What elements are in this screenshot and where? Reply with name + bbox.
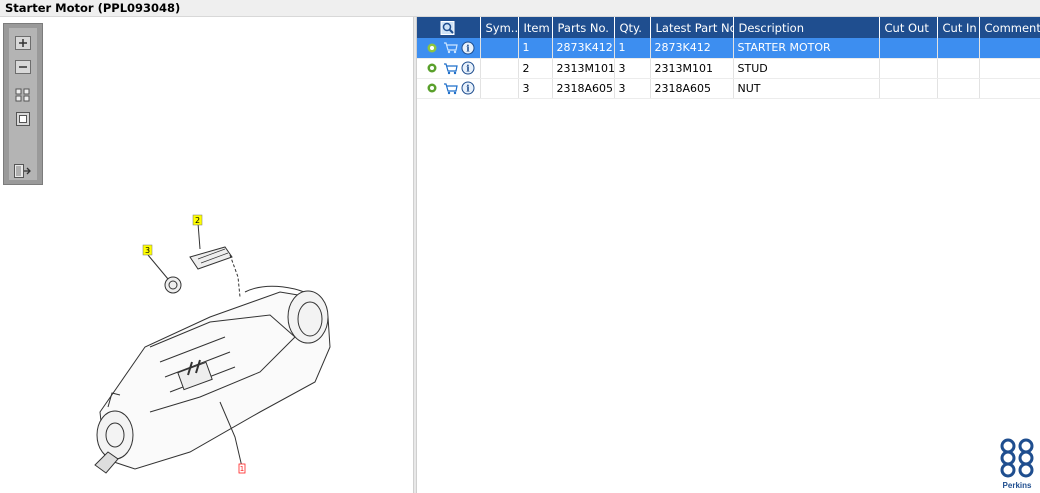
row-actions: i	[417, 78, 481, 99]
starter-motor-drawing[interactable]: 2 3 1	[60, 197, 350, 487]
cell-comment	[979, 58, 1040, 79]
perkins-logo: Perkins	[997, 438, 1037, 490]
fit-window-icon	[16, 112, 30, 126]
cell-cut-out	[879, 38, 938, 59]
column-header-cut-in[interactable]: Cut In	[937, 17, 980, 38]
callout-2-label: 2	[195, 216, 200, 225]
cell-qty: 3	[614, 78, 651, 99]
cell-comment	[979, 38, 1040, 59]
column-header-actions[interactable]	[417, 17, 481, 38]
info-icon[interactable]: i	[461, 40, 476, 55]
column-header-qty[interactable]: Qty.	[614, 17, 651, 38]
table-row[interactable]: i 3 2318A605 3 2318A605 NUT	[417, 78, 1040, 99]
cell-cut-in	[937, 78, 980, 99]
cell-cut-in	[937, 38, 980, 59]
fit-all-icon	[15, 88, 30, 102]
cell-description: NUT	[733, 78, 880, 99]
window-title: Starter Motor (PPL093048)	[5, 1, 181, 15]
cell-qty: 1	[614, 38, 651, 59]
cell-latest-part-no: 2873K412	[650, 38, 734, 59]
zoom-in-button[interactable]	[13, 34, 33, 52]
window-titlebar: Starter Motor (PPL093048)	[0, 0, 1040, 17]
parts-list-pane: Sym... Item Parts No. Qty. Latest Part N…	[417, 17, 1040, 493]
illustration-pane[interactable]: 2 3 1	[0, 17, 413, 493]
cell-parts-no: 2873K412	[552, 38, 615, 59]
row-actions: i	[417, 58, 481, 79]
perkins-logo-mark	[1000, 438, 1034, 478]
cell-latest-part-no: 2318A605	[650, 78, 734, 99]
cell-description: STUD	[733, 58, 880, 79]
cell-qty: 3	[614, 58, 651, 79]
zoom-out-button[interactable]	[13, 58, 33, 76]
callout-1[interactable]: 1	[238, 463, 246, 474]
cart-icon[interactable]	[443, 61, 458, 76]
column-header-symbol[interactable]: Sym...	[480, 17, 519, 38]
cell-description: STARTER MOTOR	[733, 38, 880, 59]
cell-parts-no: 2313M101	[552, 58, 615, 79]
cell-item: 3	[518, 78, 553, 99]
export-icon	[14, 164, 31, 178]
callout-1-label: 1	[240, 465, 244, 473]
callout-3-label: 3	[145, 246, 150, 255]
cell-symbol	[480, 38, 519, 59]
fit-all-button[interactable]	[13, 86, 33, 104]
cart-icon[interactable]	[443, 40, 458, 55]
cell-cut-out	[879, 78, 938, 99]
cell-comment	[979, 78, 1040, 99]
table-row[interactable]: i 2 2313M101 3 2313M101 STUD	[417, 58, 1040, 79]
export-button[interactable]	[13, 162, 33, 180]
row-actions: i	[417, 38, 481, 59]
column-header-comment[interactable]: Comment	[979, 17, 1040, 38]
svg-text:i: i	[466, 85, 470, 95]
column-header-description[interactable]: Description	[733, 17, 880, 38]
search-icon	[440, 20, 455, 35]
gear-icon[interactable]	[425, 40, 440, 55]
cell-symbol	[480, 78, 519, 99]
table-row[interactable]: i 1 2873K412 1 2873K412 STARTER MOTOR	[417, 38, 1040, 59]
callout-3[interactable]: 3	[142, 244, 153, 256]
parts-table: Sym... Item Parts No. Qty. Latest Part N…	[417, 17, 1040, 99]
svg-text:i: i	[466, 65, 470, 75]
cell-cut-out	[879, 58, 938, 79]
cell-parts-no: 2318A605	[552, 78, 615, 99]
column-header-cut-out[interactable]: Cut Out	[879, 17, 938, 38]
perkins-logo-text: Perkins	[1002, 481, 1032, 490]
cart-icon[interactable]	[443, 81, 458, 96]
fit-window-button[interactable]	[13, 110, 33, 128]
gear-icon[interactable]	[425, 61, 440, 76]
column-header-parts-no[interactable]: Parts No.	[552, 17, 615, 38]
cell-item: 2	[518, 58, 553, 79]
viewer-toolbar	[3, 23, 43, 185]
column-header-latest-part-no[interactable]: Latest Part No.	[650, 17, 734, 38]
cell-symbol	[480, 58, 519, 79]
gear-icon[interactable]	[425, 81, 440, 96]
svg-text:i: i	[466, 44, 470, 54]
column-header-item[interactable]: Item	[518, 17, 553, 38]
cell-item: 1	[518, 38, 553, 59]
zoom-out-icon	[15, 60, 31, 74]
zoom-in-icon	[15, 36, 31, 50]
info-icon[interactable]: i	[461, 61, 476, 76]
table-header: Sym... Item Parts No. Qty. Latest Part N…	[417, 17, 1040, 38]
info-icon[interactable]: i	[461, 81, 476, 96]
cell-cut-in	[937, 58, 980, 79]
callout-2[interactable]: 2	[192, 214, 203, 226]
cell-latest-part-no: 2313M101	[650, 58, 734, 79]
